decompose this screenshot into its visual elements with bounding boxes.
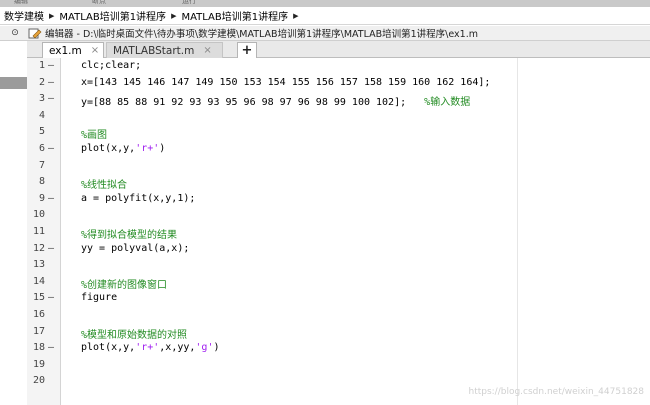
code-line[interactable]: %画图 xyxy=(81,126,107,141)
line-number: 9 xyxy=(38,192,45,204)
line-number: 2 xyxy=(38,76,45,88)
line-number: 6 xyxy=(38,143,45,154)
line-number: 19 xyxy=(32,358,45,370)
breadcrumb-separator-icon: ▶ xyxy=(49,11,55,20)
line-number: 20 xyxy=(32,375,45,387)
code-line[interactable]: yy = polyval(a,x); xyxy=(81,243,189,254)
toolstrip-label-breakpoint: 断点 xyxy=(92,0,106,5)
breakpoint-marker[interactable]: — xyxy=(48,292,54,303)
breadcrumb-item-math-modeling[interactable]: 数学建模 xyxy=(4,8,44,23)
code-line[interactable]: y=[88 85 88 91 92 93 93 95 96 98 97 96 9… xyxy=(81,93,470,108)
code-line[interactable]: %模型和原始数据的对照 xyxy=(81,326,187,341)
line-number: 7 xyxy=(38,159,45,171)
code-string: 'r+' xyxy=(135,143,160,154)
line-number: 16 xyxy=(32,309,45,320)
code-line[interactable]: a = polyfit(x,y,1); xyxy=(81,193,195,204)
code-text: ) xyxy=(159,143,166,154)
breakpoint-marker[interactable]: — xyxy=(48,60,54,71)
code-text: a = polyfit(x,y,1); xyxy=(81,192,196,204)
code-line[interactable]: plot(x,y,'r+') xyxy=(81,143,165,154)
code-comment: %线性拟合 xyxy=(81,180,128,192)
code-line[interactable]: clc;clear; xyxy=(81,60,141,71)
code-line[interactable]: figure xyxy=(81,292,117,303)
line-number: 3 xyxy=(38,93,45,105)
code-comment: %创建新的图像窗口 xyxy=(81,279,168,291)
editor-title: 编辑器 - D:\临时桌面文件\待办事项\数学建模\MATLAB培训第1讲程序\… xyxy=(45,29,478,40)
tab-ex1[interactable]: ex1.m × xyxy=(42,42,104,58)
code-text: x=[143 145 146 147 149 150 153 154 155 1… xyxy=(81,76,491,88)
code-line[interactable]: %创建新的图像窗口 xyxy=(81,276,167,291)
code-comment: %得到拟合模型的结果 xyxy=(81,230,178,241)
tab-matlabstart[interactable]: MATLABStart.m × xyxy=(106,42,223,58)
watermark: https://blog.csdn.net/weixin_44751828 xyxy=(468,387,644,397)
close-icon[interactable]: × xyxy=(203,45,211,56)
line-number-gutter: 1—2—3—4 5 6—7 8 9—10 11 12—13 14 15—16 17 18—19 20 xyxy=(27,58,61,405)
code-comment: %画图 xyxy=(81,130,108,142)
code-comment: %模型和原始数据的对照 xyxy=(81,329,188,341)
line-number: 5 xyxy=(38,126,45,138)
breadcrumb-item-folder2[interactable]: MATLAB培训第1讲程序 xyxy=(181,8,288,23)
breakpoint-marker[interactable]: — xyxy=(48,93,54,104)
breakpoint-marker[interactable]: — xyxy=(48,193,54,204)
breadcrumb-separator-icon: ▶ xyxy=(293,11,299,20)
code-text: plot(x,y, xyxy=(81,342,136,354)
breakpoint-marker[interactable]: — xyxy=(48,77,54,88)
line-number: 12 xyxy=(32,242,45,254)
line-number: 18 xyxy=(32,342,45,354)
toolstrip-remnant: 编辑 断点 运行 xyxy=(0,0,650,7)
breadcrumb: 数学建模 ▶ MATLAB培训第1讲程序 ▶ MATLAB培训第1讲程序 ▶ xyxy=(0,7,650,25)
left-panel-highlight xyxy=(0,77,27,89)
line-number: 11 xyxy=(32,226,45,237)
code-string: 'g' xyxy=(195,342,214,354)
code-line[interactable]: %得到拟合模型的结果 xyxy=(81,226,177,241)
editor-tabs: ex1.m × MATLABStart.m × + xyxy=(27,41,650,58)
line-number: 14 xyxy=(32,275,45,287)
toolstrip-label-run: 运行 xyxy=(182,0,196,5)
add-tab-button[interactable]: + xyxy=(237,42,257,58)
code-text: ) xyxy=(213,342,220,354)
breadcrumb-separator-icon: ▶ xyxy=(171,11,177,20)
breakpoint-marker[interactable]: — xyxy=(48,243,54,254)
line-number: 10 xyxy=(32,209,45,221)
left-panel xyxy=(0,41,27,405)
code-line[interactable]: plot(x,y,'r+',x,yy,'g') xyxy=(81,342,220,353)
line-number: 1 xyxy=(38,60,45,71)
code-text: figure xyxy=(81,292,118,304)
code-editor[interactable]: 1—2—3—4 5 6—7 8 9—10 11 12—13 14 15—16 17 18—19 20 … xyxy=(27,58,650,405)
editor-titlebar: ⊙ 编辑器 - D:\临时桌面文件\待办事项\数学建模\MATLAB培训第1讲程… xyxy=(0,26,650,41)
code-line[interactable]: x=[143 145 146 147 149 150 153 154 155 1… xyxy=(81,77,490,88)
right-margin-line xyxy=(517,58,518,405)
tab-label: ex1.m xyxy=(49,44,82,57)
code-text: y=[88 85 88 91 92 93 93 95 96 98 97 96 9… xyxy=(81,97,407,109)
breakpoint-marker[interactable]: — xyxy=(48,143,54,154)
code-comment: %输入数据 xyxy=(424,97,471,109)
code-string: 'r+' xyxy=(135,342,160,354)
tab-label: MATLABStart.m xyxy=(113,44,195,57)
breakpoint-marker[interactable]: — xyxy=(48,342,54,353)
code-text: clc;clear; xyxy=(81,60,142,71)
close-icon[interactable]: × xyxy=(91,45,99,56)
code-text: ,x,yy, xyxy=(159,342,196,354)
code-text: yy = polyval(a,x); xyxy=(81,242,190,254)
toolstrip-label-edit: 编辑 xyxy=(14,0,28,5)
code-text: plot(x,y, xyxy=(81,143,136,154)
line-number: 15 xyxy=(32,292,45,304)
code-line[interactable]: %线性拟合 xyxy=(81,176,127,191)
line-number: 13 xyxy=(32,259,45,271)
breadcrumb-item-folder1[interactable]: MATLAB培训第1讲程序 xyxy=(59,8,166,23)
editor-pen-icon xyxy=(28,28,42,39)
line-number: 4 xyxy=(38,109,45,121)
line-number: 17 xyxy=(32,325,45,337)
collapse-icon[interactable]: ⊙ xyxy=(8,28,22,38)
line-number: 8 xyxy=(38,176,45,188)
